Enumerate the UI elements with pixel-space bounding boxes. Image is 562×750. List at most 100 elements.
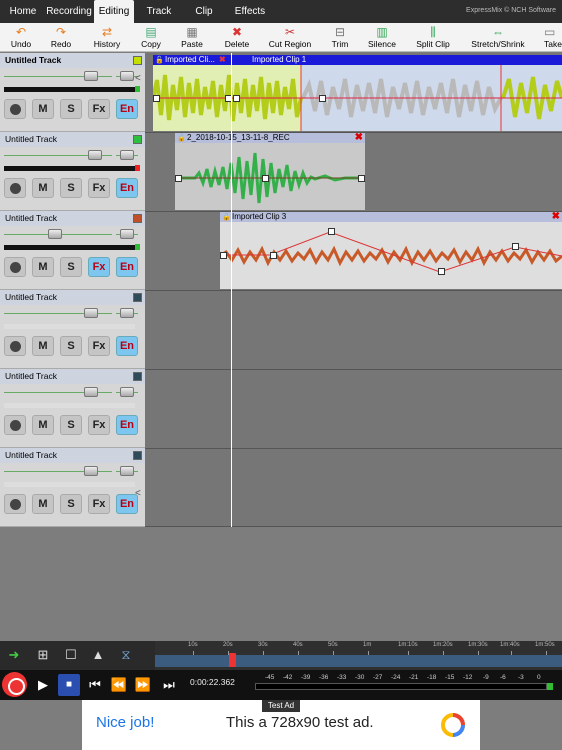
track-color-swatch[interactable] [133, 214, 142, 223]
play-icon[interactable]: ▶ [32, 674, 54, 696]
paste-button[interactable]: ▦ Paste [178, 25, 206, 52]
track-color-swatch[interactable] [133, 56, 142, 65]
track-row[interactable]: Untitled Track M S Fx En [0, 132, 145, 211]
trim-button[interactable]: ⊟ Trim [328, 25, 352, 52]
close-icon[interactable]: ✖ [552, 212, 560, 222]
snap-icon[interactable]: ⧖ [118, 647, 134, 663]
track-name[interactable]: Untitled Track [0, 53, 145, 68]
timeline-ruler[interactable]: 10s 20s 30s 40s 50s 1m 1m:10s 1m:20s 1m:… [155, 641, 562, 670]
volume-node-handle[interactable] [270, 252, 277, 259]
volume-node-handle[interactable] [512, 243, 519, 250]
solo-button[interactable]: S [60, 257, 82, 277]
stretch-shrink-button[interactable]: ⇔ Stretch/Shrink [468, 25, 528, 52]
tab-editing[interactable]: Editing [94, 0, 134, 23]
fx-button[interactable]: Fx [88, 178, 110, 198]
audio-clip[interactable]: 🔓 2_2018-10-15_13-11-8_REC ✖ [175, 133, 365, 210]
fx-button[interactable]: Fx [88, 99, 110, 119]
track-row[interactable]: Untitled Track M S Fx En [0, 211, 145, 290]
solo-button[interactable]: S [60, 415, 82, 435]
track-row[interactable]: Untitled Track M S Fx En < [0, 448, 145, 527]
mixer-icon[interactable]: ⊞ [35, 647, 51, 663]
track-color-swatch[interactable] [133, 135, 142, 144]
record-arm-button[interactable] [4, 99, 26, 119]
close-icon[interactable]: ✖ [355, 133, 363, 143]
track-name[interactable]: Untitled Track [0, 211, 145, 226]
track-name[interactable]: Untitled Track [0, 369, 145, 384]
record-arm-button[interactable] [4, 257, 26, 277]
split-clip-button[interactable]: ⫼ Split Clip [414, 25, 452, 52]
record-arm-button[interactable] [4, 415, 26, 435]
solo-button[interactable]: S [60, 178, 82, 198]
volume-slider[interactable] [4, 229, 144, 239]
tab-track[interactable]: Track [140, 0, 178, 23]
tab-home[interactable]: Home [4, 0, 42, 23]
volume-slider[interactable] [4, 387, 144, 397]
enable-button[interactable]: En [116, 99, 138, 119]
volume-node-handle[interactable] [220, 252, 227, 259]
collapse-left-icon[interactable]: < [135, 73, 145, 84]
fx-button[interactable]: Fx [88, 415, 110, 435]
audio-clip[interactable]: 🔓 Imported Clip 3 ✖ [220, 212, 562, 289]
track-color-swatch[interactable] [133, 451, 142, 460]
close-icon[interactable]: ✖ [219, 55, 226, 65]
rewind-icon[interactable]: ⏪ [108, 674, 130, 696]
volume-node-handle[interactable] [358, 175, 365, 182]
tab-recording[interactable]: Recording [46, 0, 92, 23]
selection-box-icon[interactable]: ☐ [63, 647, 79, 663]
enable-button[interactable]: En [116, 178, 138, 198]
metronome-icon[interactable]: ▲ [90, 647, 106, 663]
volume-node-handle[interactable] [262, 175, 269, 182]
track-name[interactable]: Untitled Track [0, 132, 145, 147]
redo-button[interactable]: ↷ Redo [46, 25, 76, 52]
skip-start-icon[interactable]: ⏮ [84, 674, 106, 696]
select-arrow-icon[interactable]: ➜ [6, 647, 22, 663]
silence-button[interactable]: ▥ Silence [366, 25, 398, 52]
timeline-area[interactable]: 🔓 Imported Cli... Imported Clip 1 ✖ 🔓 2_… [145, 53, 562, 527]
fx-button[interactable]: Fx [88, 494, 110, 514]
playhead-marker[interactable] [229, 653, 236, 667]
solo-button[interactable]: S [60, 336, 82, 356]
stop-icon[interactable]: ■ [58, 674, 80, 696]
track-color-swatch[interactable] [133, 293, 142, 302]
volume-slider[interactable] [4, 466, 144, 476]
volume-node-handle[interactable] [319, 95, 326, 102]
record-arm-button[interactable] [4, 178, 26, 198]
volume-node-handle[interactable] [175, 175, 182, 182]
volume-node-handle[interactable] [153, 95, 160, 102]
history-button[interactable]: ⇄ History [90, 25, 124, 52]
track-color-swatch[interactable] [133, 372, 142, 381]
solo-button[interactable]: S [60, 99, 82, 119]
take-button[interactable]: ▭ Take [544, 25, 562, 52]
volume-slider[interactable] [4, 150, 144, 160]
track-row[interactable]: Untitled Track M S Fx En [0, 290, 145, 369]
undo-button[interactable]: ↶ Undo [6, 25, 36, 52]
volume-slider[interactable] [4, 71, 144, 81]
record-button[interactable] [2, 672, 27, 697]
track-name[interactable]: Untitled Track [0, 448, 145, 463]
mute-button[interactable]: M [32, 494, 54, 514]
skip-end-icon[interactable]: ⏭ [158, 674, 180, 696]
volume-node-handle[interactable] [438, 268, 445, 275]
mute-button[interactable]: M [32, 415, 54, 435]
enable-button[interactable]: En [116, 415, 138, 435]
solo-button[interactable]: S [60, 494, 82, 514]
enable-button[interactable]: En [116, 257, 138, 277]
volume-slider[interactable] [4, 308, 144, 318]
fast-forward-icon[interactable]: ⏩ [132, 674, 154, 696]
fx-button[interactable]: Fx [88, 336, 110, 356]
track-name[interactable]: Untitled Track [0, 290, 145, 305]
record-arm-button[interactable] [4, 336, 26, 356]
volume-node-handle[interactable] [233, 95, 240, 102]
copy-button[interactable]: ▤ Copy [138, 25, 164, 52]
record-arm-button[interactable] [4, 494, 26, 514]
fx-button[interactable]: Fx [88, 257, 110, 277]
mute-button[interactable]: M [32, 336, 54, 356]
track-row[interactable]: Untitled Track M S Fx En < [0, 53, 145, 132]
playhead-line[interactable] [231, 53, 232, 527]
cut-region-button[interactable]: ✂ Cut Region [266, 25, 314, 52]
tab-effects[interactable]: Effects [228, 0, 272, 23]
volume-node-handle[interactable] [328, 228, 335, 235]
collapse-left-icon[interactable]: < [135, 488, 145, 499]
mute-button[interactable]: M [32, 257, 54, 277]
delete-button[interactable]: ✖ Delete [222, 25, 252, 52]
